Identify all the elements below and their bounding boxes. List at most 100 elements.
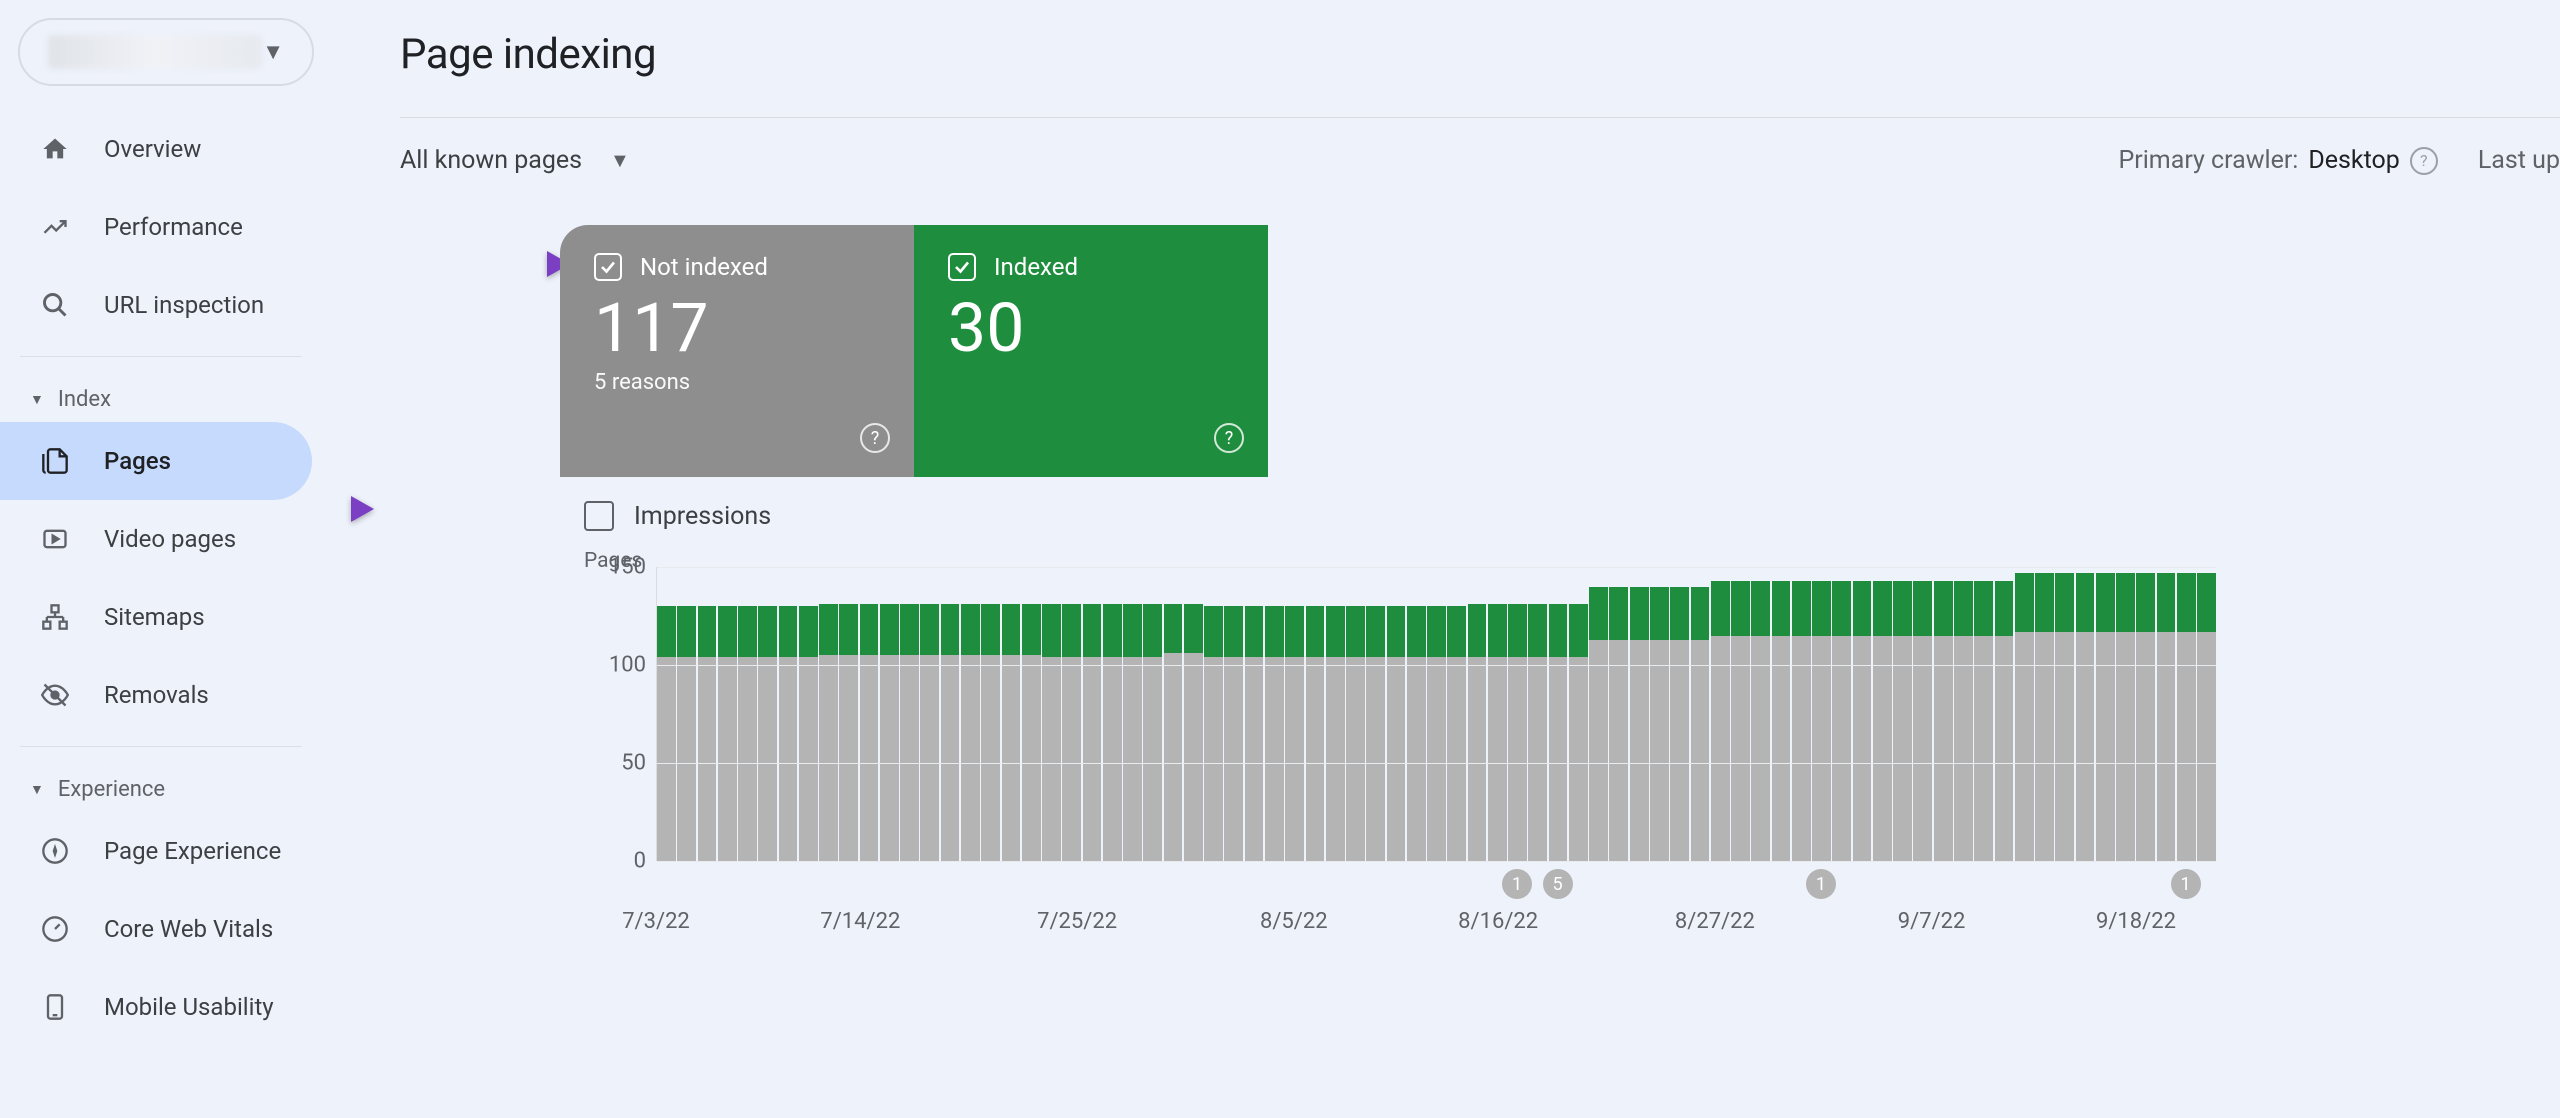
chart-bar[interactable]: [1184, 604, 1203, 861]
chart-bar[interactable]: [1468, 604, 1487, 861]
chart-bar[interactable]: [677, 606, 696, 861]
chart-bar[interactable]: [1792, 581, 1811, 861]
chart-bar[interactable]: [1731, 581, 1750, 861]
chart-bar[interactable]: [1285, 606, 1304, 861]
chart-bar[interactable]: [1751, 581, 1770, 861]
chart-bar[interactable]: [1609, 587, 1628, 861]
chart-marker[interactable]: 1: [2171, 869, 2201, 899]
sidebar-item-core-web-vitals[interactable]: Core Web Vitals: [0, 890, 312, 968]
chart-bar[interactable]: [819, 604, 838, 861]
chart-bar[interactable]: [1306, 606, 1325, 861]
checkbox-checked-icon[interactable]: [948, 253, 976, 281]
chart-bar[interactable]: [2076, 573, 2095, 861]
chart-bar[interactable]: [1528, 604, 1547, 861]
chart-bar[interactable]: [1427, 606, 1446, 861]
property-selector[interactable]: ▼: [18, 18, 314, 86]
chart-bar[interactable]: [1042, 604, 1061, 861]
chart-bar[interactable]: [1995, 581, 2014, 861]
chart-bar[interactable]: [799, 606, 818, 861]
chart-bar[interactable]: [860, 604, 879, 861]
sidebar-item-video-pages[interactable]: Video pages: [0, 500, 312, 578]
chart-bar[interactable]: [1143, 604, 1162, 861]
chart-bar[interactable]: [1711, 581, 1730, 861]
chart-bar[interactable]: [1691, 587, 1710, 861]
chart-bar[interactable]: [698, 606, 717, 861]
chart-bar[interactable]: [1873, 581, 1892, 861]
chart-bar[interactable]: [2116, 573, 2135, 861]
chart-bar[interactable]: [1224, 606, 1243, 861]
chart-bar[interactable]: [1407, 606, 1426, 861]
chart-bar[interactable]: [2197, 573, 2216, 861]
chart-bar[interactable]: [2035, 573, 2054, 861]
chart-bar[interactable]: [1164, 604, 1183, 861]
chart-bar[interactable]: [2015, 573, 2034, 861]
chart-bar[interactable]: [1387, 606, 1406, 861]
chart-bar[interactable]: [1954, 581, 1973, 861]
chart-bar[interactable]: [2055, 573, 2074, 861]
chart-bar[interactable]: [1569, 604, 1588, 861]
chart-bar[interactable]: [1123, 604, 1142, 861]
chart-bar[interactable]: [1650, 587, 1669, 861]
help-icon[interactable]: ?: [2410, 147, 2438, 175]
chart-bar[interactable]: [1204, 606, 1223, 861]
chart-bar[interactable]: [2136, 573, 2155, 861]
chart-bar[interactable]: [718, 606, 737, 861]
sidebar-item-page-experience[interactable]: Page Experience: [0, 812, 312, 890]
chart-bar[interactable]: [2096, 573, 2115, 861]
chart-bar[interactable]: [2157, 573, 2176, 861]
chart-bar[interactable]: [1022, 604, 1041, 861]
chart-bar[interactable]: [1549, 604, 1568, 861]
help-icon[interactable]: ?: [1214, 423, 1244, 453]
chart-bar[interactable]: [1974, 581, 1993, 861]
chart-marker[interactable]: 5: [1543, 869, 1573, 899]
chart-bar[interactable]: [1589, 587, 1608, 861]
impressions-toggle[interactable]: Impressions: [560, 477, 2560, 555]
chart-bar[interactable]: [900, 604, 919, 861]
chart-bar[interactable]: [1062, 604, 1081, 861]
chart-marker[interactable]: 1: [1806, 869, 1836, 899]
checkbox-unchecked-icon[interactable]: [584, 501, 614, 531]
chart-bar[interactable]: [1893, 581, 1912, 861]
chart-bar[interactable]: [1346, 606, 1365, 861]
sidebar-item-mobile-usability[interactable]: Mobile Usability: [0, 968, 312, 1046]
checkbox-checked-icon[interactable]: [594, 253, 622, 281]
chart-bar[interactable]: [1772, 581, 1791, 861]
sidebar-item-overview[interactable]: Overview: [0, 110, 312, 188]
chart-bar[interactable]: [1488, 604, 1507, 861]
chart-bar[interactable]: [941, 604, 960, 861]
chart-bar[interactable]: [758, 606, 777, 861]
chart-bar[interactable]: [1853, 581, 1872, 861]
sidebar-item-url-inspection[interactable]: URL inspection: [0, 266, 312, 344]
chart-bar[interactable]: [2177, 573, 2196, 861]
sidebar-section-experience[interactable]: ▼ Experience: [0, 759, 332, 812]
sidebar-section-index[interactable]: ▼ Index: [0, 369, 332, 422]
chart-bar[interactable]: [1265, 606, 1284, 861]
chart-marker[interactable]: 1: [1502, 869, 1532, 899]
help-icon[interactable]: ?: [860, 423, 890, 453]
sidebar-item-removals[interactable]: Removals: [0, 656, 312, 734]
chart-bar[interactable]: [1630, 587, 1649, 861]
sidebar-item-pages[interactable]: Pages: [0, 422, 312, 500]
card-not-indexed[interactable]: Not indexed 117 5 reasons ?: [560, 225, 914, 477]
chart-bar[interactable]: [1832, 581, 1851, 861]
chart-bar[interactable]: [920, 604, 939, 861]
sidebar-item-sitemaps[interactable]: Sitemaps: [0, 578, 312, 656]
chart-bar[interactable]: [981, 604, 1000, 861]
chart-bar[interactable]: [1103, 604, 1122, 861]
chart-bar[interactable]: [1670, 587, 1689, 861]
chart-bar[interactable]: [1508, 604, 1527, 861]
chart-bar[interactable]: [1913, 581, 1932, 861]
card-indexed[interactable]: Indexed 30 ?: [914, 225, 1268, 477]
chart-bar[interactable]: [1934, 581, 1953, 861]
chart-bar[interactable]: [1245, 606, 1264, 861]
chart-bar[interactable]: [1366, 606, 1385, 861]
page-filter-dropdown[interactable]: All known pages ▼: [400, 146, 630, 175]
chart-bar[interactable]: [1002, 604, 1021, 861]
chart-bar[interactable]: [1326, 606, 1345, 861]
chart-bar[interactable]: [961, 604, 980, 861]
chart-bar[interactable]: [738, 606, 757, 861]
chart-bar[interactable]: [1812, 581, 1831, 861]
chart-bar[interactable]: [1083, 604, 1102, 861]
sidebar-item-performance[interactable]: Performance: [0, 188, 312, 266]
chart-bar[interactable]: [1447, 606, 1466, 861]
